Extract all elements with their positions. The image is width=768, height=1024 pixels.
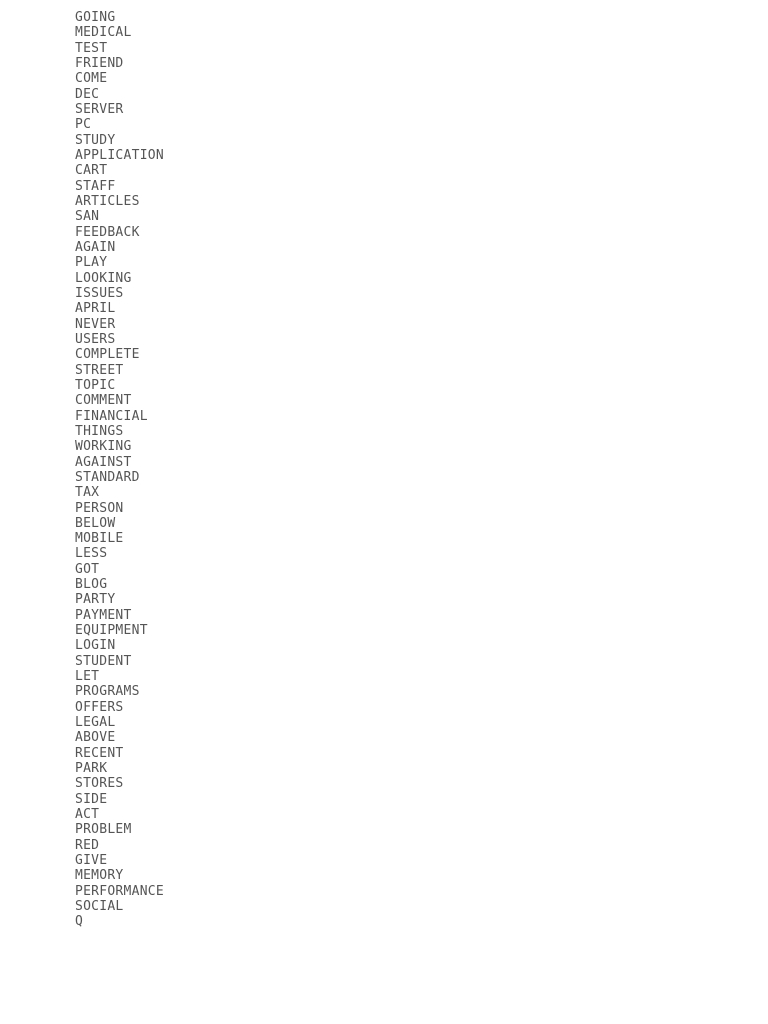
list-item: ABOVE [75, 730, 693, 745]
list-item: STANDARD [75, 470, 693, 485]
list-item: LESS [75, 546, 693, 561]
list-item: FINANCIAL [75, 409, 693, 424]
list-item: WORKING [75, 439, 693, 454]
list-item: MEMORY [75, 868, 693, 883]
list-item: PERFORMANCE [75, 884, 693, 899]
list-item: APRIL [75, 301, 693, 316]
list-item: PARTY [75, 592, 693, 607]
list-item: ISSUES [75, 286, 693, 301]
list-item: STUDY [75, 133, 693, 148]
list-item: TOPIC [75, 378, 693, 393]
list-item: BLOG [75, 577, 693, 592]
list-item: STORES [75, 776, 693, 791]
list-item: APPLICATION [75, 148, 693, 163]
list-item: RED [75, 838, 693, 853]
list-item: SERVER [75, 102, 693, 117]
list-item: FEEDBACK [75, 225, 693, 240]
list-item: GOT [75, 562, 693, 577]
word-list: GOINGMEDICALTESTFRIENDCOMEDECSERVERPCSTU… [75, 10, 693, 930]
list-item: EQUIPMENT [75, 623, 693, 638]
list-item: SIDE [75, 792, 693, 807]
list-item: GOING [75, 10, 693, 25]
list-item: DEC [75, 87, 693, 102]
list-item: Q [75, 914, 693, 929]
list-item: COMPLETE [75, 347, 693, 362]
list-item: PLAY [75, 255, 693, 270]
list-item: ARTICLES [75, 194, 693, 209]
list-item: RECENT [75, 746, 693, 761]
list-item: LEGAL [75, 715, 693, 730]
list-item: COMMENT [75, 393, 693, 408]
list-item: MOBILE [75, 531, 693, 546]
list-item: TEST [75, 41, 693, 56]
list-item: CART [75, 163, 693, 178]
list-item: COME [75, 71, 693, 86]
list-item: AGAIN [75, 240, 693, 255]
list-item: PROGRAMS [75, 684, 693, 699]
list-item: USERS [75, 332, 693, 347]
list-item: BELOW [75, 516, 693, 531]
list-item: SAN [75, 209, 693, 224]
list-item: ACT [75, 807, 693, 822]
list-item: STUDENT [75, 654, 693, 669]
list-item: GIVE [75, 853, 693, 868]
list-item: PAYMENT [75, 608, 693, 623]
list-item: STREET [75, 363, 693, 378]
list-item: FRIEND [75, 56, 693, 71]
list-item: MEDICAL [75, 25, 693, 40]
list-item: NEVER [75, 317, 693, 332]
list-item: LET [75, 669, 693, 684]
list-item: PROBLEM [75, 822, 693, 837]
list-item: STAFF [75, 179, 693, 194]
list-item: PARK [75, 761, 693, 776]
list-item: OFFERS [75, 700, 693, 715]
list-item: PC [75, 117, 693, 132]
list-item: TAX [75, 485, 693, 500]
list-item: PERSON [75, 501, 693, 516]
list-item: AGAINST [75, 455, 693, 470]
list-item: THINGS [75, 424, 693, 439]
list-item: LOOKING [75, 271, 693, 286]
list-item: LOGIN [75, 638, 693, 653]
list-item: SOCIAL [75, 899, 693, 914]
